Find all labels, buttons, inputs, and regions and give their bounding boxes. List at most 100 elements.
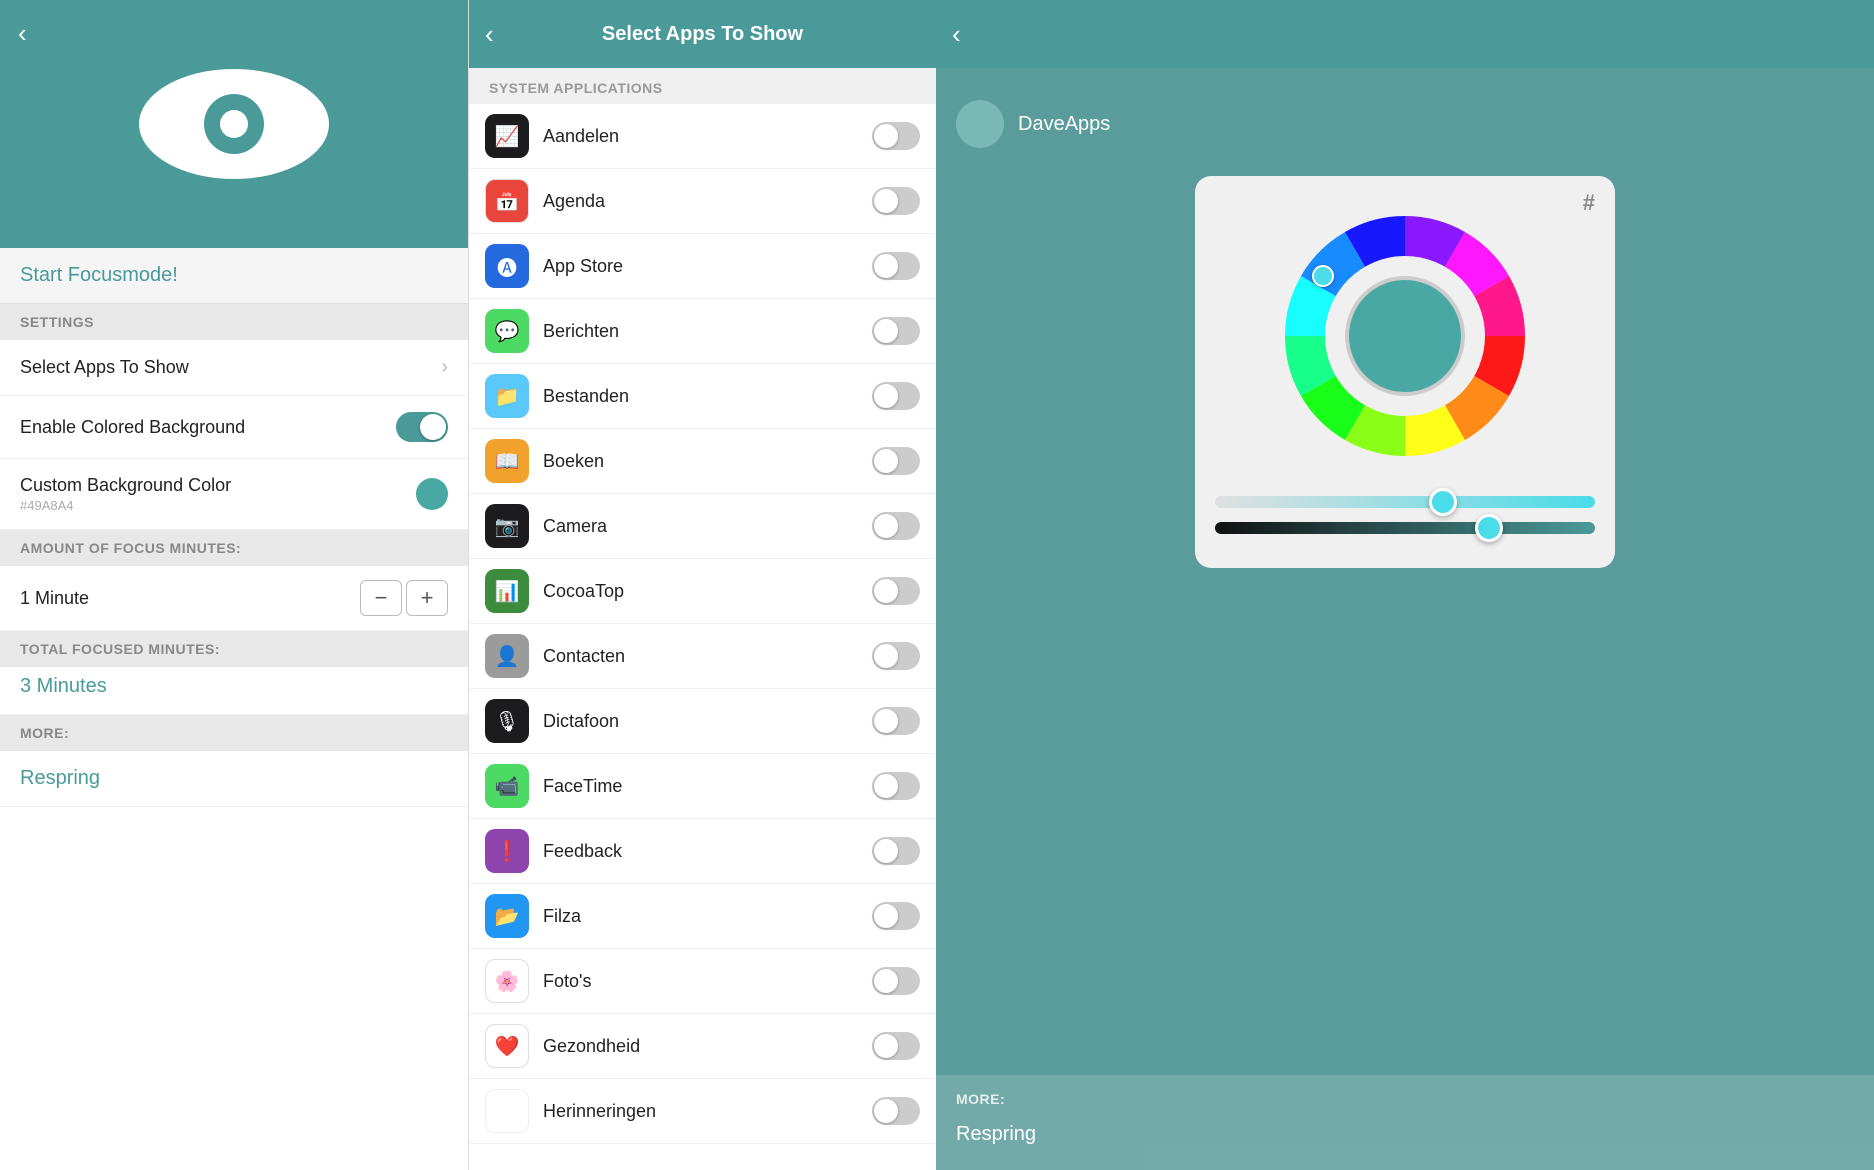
app-name: Boeken <box>543 451 872 472</box>
app-list: 📈 Aandelen 📅 Agenda 🅐 App Store 💬Berichten 📁 Bes… <box>469 104 936 1170</box>
brightness-slider-thumb[interactable] <box>1475 514 1503 542</box>
saturation-slider-thumb[interactable] <box>1429 488 1457 516</box>
app-toggle[interactable] <box>872 1097 920 1125</box>
toggle-knob <box>874 124 898 148</box>
app-toggle[interactable] <box>872 967 920 995</box>
focus-minutes-header: AMOUNT OF FOCUS MINUTES: <box>0 530 468 566</box>
app-toggle[interactable] <box>872 317 920 345</box>
toggle-knob <box>874 254 898 278</box>
toggle-knob <box>874 839 898 863</box>
respring-button-left[interactable]: Respring <box>0 751 468 807</box>
app-icon: ❗ <box>485 829 529 873</box>
app-name: Foto's <box>543 971 872 992</box>
list-item: 🎙Dictafoon <box>469 689 936 754</box>
settings-section-header: SETTINGS <box>0 304 468 340</box>
list-item: 🅐 App Store <box>469 234 936 299</box>
app-icon: 🌸 <box>485 959 529 1003</box>
app-icon: 🎙 <box>485 699 529 743</box>
mid-title: Select Apps To Show <box>602 23 803 46</box>
app-toggle[interactable] <box>872 187 920 215</box>
app-name: Bestanden <box>543 386 872 407</box>
enable-bg-row: Enable Colored Background <box>0 396 468 459</box>
app-name: Aandelen <box>543 126 872 147</box>
custom-bg-info: Custom Background Color #49A8A4 <box>20 475 231 513</box>
list-item: 💬Berichten <box>469 299 936 364</box>
custom-bg-label: Custom Background Color <box>20 475 231 496</box>
list-item: 📷Camera <box>469 494 936 559</box>
app-icon: 📁 <box>485 374 529 418</box>
toggle-knob <box>874 449 898 473</box>
app-toggle[interactable] <box>872 772 920 800</box>
total-minutes-value: 3 Minutes <box>0 667 468 715</box>
app-toggle[interactable] <box>872 577 920 605</box>
app-toggle[interactable] <box>872 447 920 475</box>
app-name: Camera <box>543 516 872 537</box>
app-name: CocoaTop <box>543 581 872 602</box>
select-apps-row[interactable]: Select Apps To Show › <box>0 340 468 396</box>
saturation-slider-row <box>1215 496 1595 508</box>
app-name: Feedback <box>543 841 872 862</box>
app-toggle[interactable] <box>872 1032 920 1060</box>
enable-bg-toggle[interactable] <box>396 412 448 442</box>
chevron-right-icon: › <box>441 356 448 379</box>
app-toggle[interactable] <box>872 122 920 150</box>
focus-minutes-row: 1 Minute − + <box>0 566 468 631</box>
app-name: FaceTime <box>543 776 872 797</box>
app-icon: 🅐 <box>485 244 529 288</box>
back-button-mid[interactable]: ‹ <box>485 19 494 50</box>
color-wheel-handle[interactable] <box>1312 265 1334 287</box>
mid-panel: ‹ Select Apps To Show SYSTEM APPLICATION… <box>468 0 936 1170</box>
back-button-left[interactable]: ‹ <box>18 18 27 49</box>
brightness-slider-track[interactable] <box>1215 522 1595 534</box>
app-toggle[interactable] <box>872 902 920 930</box>
app-icon: 📖 <box>485 439 529 483</box>
app-toggle[interactable] <box>872 252 920 280</box>
list-item: 📈 Aandelen <box>469 104 936 169</box>
toggle-knob <box>874 189 898 213</box>
start-focus-button[interactable]: Start Focusmode! <box>0 248 468 304</box>
enable-bg-label: Enable Colored Background <box>20 417 245 438</box>
back-button-right[interactable]: ‹ <box>952 19 961 50</box>
dave-apps-row: DaveApps <box>956 88 1854 160</box>
total-minutes-header: TOTAL FOCUSED MINUTES: <box>0 631 468 667</box>
system-apps-header: SYSTEM APPLICATIONS <box>469 68 936 104</box>
eye-icon <box>134 64 334 184</box>
brightness-slider-row <box>1215 522 1595 534</box>
app-name: Berichten <box>543 321 872 342</box>
toggle-knob <box>874 709 898 733</box>
app-toggle[interactable] <box>872 642 920 670</box>
more-header-left: MORE: <box>0 715 468 751</box>
mid-header: ‹ Select Apps To Show <box>469 0 936 68</box>
app-toggle[interactable] <box>872 382 920 410</box>
toggle-knob <box>874 1099 898 1123</box>
color-wheel-container[interactable] <box>1215 196 1595 476</box>
app-name: Agenda <box>543 191 872 212</box>
focus-minutes-value: 1 Minute <box>20 588 89 609</box>
app-toggle[interactable] <box>872 512 920 540</box>
stepper: − + <box>360 580 448 616</box>
minus-button[interactable]: − <box>360 580 402 616</box>
toggle-knob <box>874 1034 898 1058</box>
app-toggle[interactable] <box>872 707 920 735</box>
list-item: 👤Contacten <box>469 624 936 689</box>
toggle-knob <box>874 774 898 798</box>
app-icon: 📅 <box>485 179 529 223</box>
app-name: App Store <box>543 256 872 277</box>
list-item: 📖 Boeken <box>469 429 936 494</box>
app-icon: ❤️ <box>485 1024 529 1068</box>
right-panel: ‹ DaveApps # <box>936 0 1874 1170</box>
saturation-slider-track[interactable] <box>1215 496 1595 508</box>
list-item: 🌸 Foto's <box>469 949 936 1014</box>
list-item: 📊CocoaTop <box>469 559 936 624</box>
app-name: Herinneringen <box>543 1101 872 1122</box>
app-icon: 📹 <box>485 764 529 808</box>
left-header: ‹ <box>0 0 468 248</box>
color-swatch[interactable] <box>416 478 448 510</box>
app-icon: 📈 <box>485 114 529 158</box>
right-content: DaveApps # <box>936 68 1874 1075</box>
dave-avatar <box>956 100 1004 148</box>
plus-button[interactable]: + <box>406 580 448 616</box>
app-icon: 📂 <box>485 894 529 938</box>
respring-button-right[interactable]: Respring <box>956 1115 1036 1154</box>
app-toggle[interactable] <box>872 837 920 865</box>
